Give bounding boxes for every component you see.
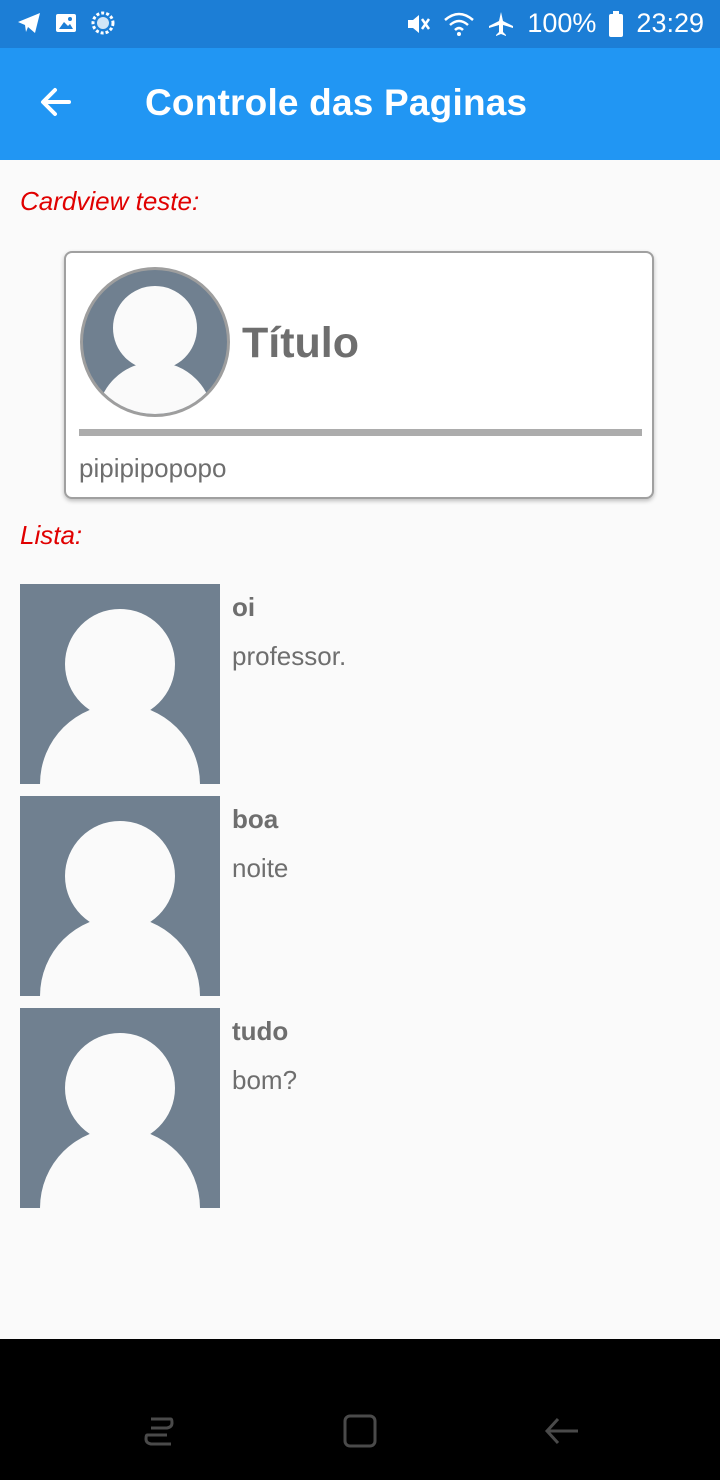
list-item-title: oi [232,592,256,622]
avatar-placeholder-icon [80,267,230,417]
card-title: Título [242,319,360,367]
back-icon [542,1411,582,1456]
cardview: Título pipipipopopo [64,251,654,499]
battery-icon [608,10,624,38]
list-item-title: tudo [232,1016,289,1046]
app-bar: Controle das Paginas [0,48,720,160]
sync-icon [90,10,116,36]
card-text: pipipipopopo [79,453,227,483]
recents-icon [139,1411,179,1456]
back-nav-button[interactable] [534,1405,590,1461]
list-item[interactable]: oi professor. [20,584,700,784]
arrow-left-icon [38,84,74,125]
list-item[interactable]: boa noite [20,796,700,996]
avatar-placeholder-icon [20,584,220,784]
mute-icon [403,10,431,38]
card-divider [79,429,642,436]
battery-percent: 100% [527,8,597,38]
telegram-icon [16,10,42,36]
recents-button[interactable] [131,1405,187,1461]
avatar-placeholder-icon [20,796,220,996]
page-title: Controle das Paginas [145,82,528,123]
list-item-title: boa [232,804,279,834]
list-item-subtitle: bom? [232,1065,298,1095]
airplane-icon [487,10,515,38]
list-item-subtitle: professor. [232,641,347,671]
navigation-bar [0,1339,720,1480]
status-icons-left [16,10,116,36]
gallery-icon [54,11,78,35]
home-button[interactable] [332,1405,388,1461]
clock: 23:29 [636,8,704,38]
home-icon [340,1411,380,1456]
list-item-subtitle: noite [232,853,289,883]
back-button[interactable] [28,76,84,132]
status-icons-right: 100% 23:29 [403,8,704,39]
cardview-section-label: Cardview teste: [20,186,200,216]
list-section-label: Lista: [20,520,83,550]
list-item[interactable]: tudo bom? [20,1008,700,1208]
avatar-placeholder-icon [20,1008,220,1208]
status-bar: 100% 23:29 [0,0,720,48]
wifi-icon [443,10,475,38]
